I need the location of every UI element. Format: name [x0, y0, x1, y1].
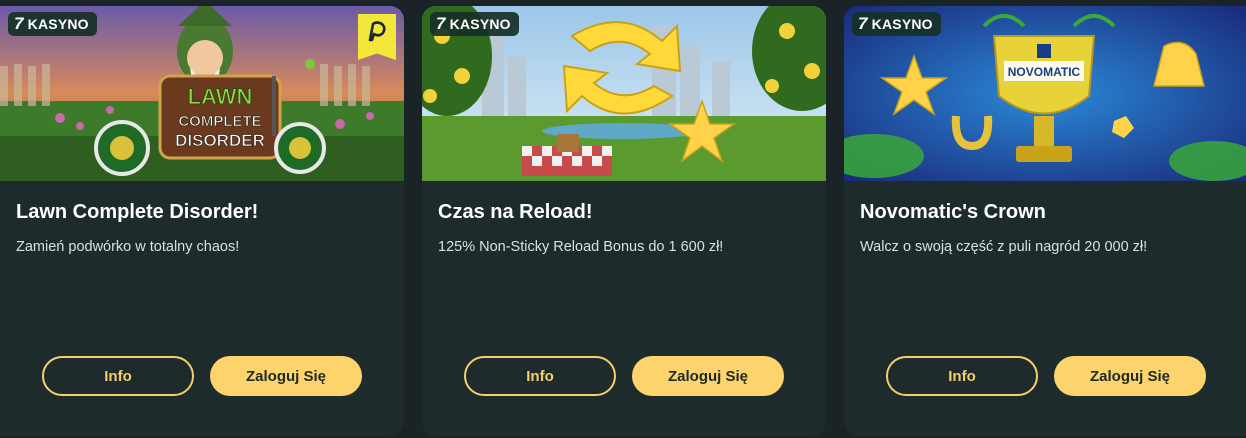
promo-card-reload[interactable]: 7 KASYNO Czas na Reload! 125% Non-Sticky…	[422, 6, 826, 436]
seven-logo-icon: 7	[436, 14, 446, 33]
svg-text:NOVOMATIC: NOVOMATIC	[1008, 65, 1081, 79]
casino-tag-label: KASYNO	[449, 16, 511, 32]
svg-text:COMPLETE: COMPLETE	[178, 113, 261, 130]
promo-title: Czas na Reload!	[438, 201, 593, 223]
promo-banner-image[interactable]: 7 KASYNO	[422, 6, 826, 181]
promo-title: Novomatic's Crown	[860, 201, 1046, 223]
promo-title: Lawn Complete Disorder!	[16, 201, 259, 223]
promo-banner-image[interactable]: LAWN COMPLETE DISORDER 7 KASYNO	[0, 6, 404, 181]
info-button[interactable]: Info	[42, 356, 194, 396]
seven-logo-icon: 7	[14, 14, 24, 33]
promo-description: Zamień podwórko w totalny chaos!	[16, 239, 240, 255]
svg-text:LAWN: LAWN	[188, 84, 253, 109]
promo-banner-image[interactable]: NOVOMATIC 7 KASYNO	[844, 6, 1246, 181]
login-button[interactable]: Zaloguj Się	[210, 356, 362, 396]
casino-tag-label: KASYNO	[871, 16, 933, 32]
promotion-cards: LAWN COMPLETE DISORDER 7 KASYNO Lawn Com…	[0, 0, 1246, 438]
svg-text:DISORDER: DISORDER	[175, 131, 265, 150]
promo-description: 125% Non-Sticky Reload Bonus do 1 600 zł…	[438, 239, 724, 255]
info-button[interactable]: Info	[464, 356, 616, 396]
login-button[interactable]: Zaloguj Się	[1054, 356, 1206, 396]
provider-badge-icon	[358, 14, 396, 60]
promo-description: Walcz o swoją część z puli nagród 20 000…	[860, 239, 1148, 255]
promo-card-novomatics-crown[interactable]: NOVOMATIC 7 KASYNO Novomatic's Crown Wal…	[844, 6, 1246, 436]
seven-logo-icon: 7	[858, 14, 868, 33]
casino-tag: 7 KASYNO	[852, 12, 941, 36]
casino-tag-label: KASYNO	[27, 16, 89, 32]
login-button[interactable]: Zaloguj Się	[632, 356, 784, 396]
casino-tag: 7 KASYNO	[430, 12, 519, 36]
casino-tag: 7 KASYNO	[8, 12, 97, 36]
promo-card-lawn-complete-disorder[interactable]: LAWN COMPLETE DISORDER 7 KASYNO Lawn Com…	[0, 6, 404, 436]
info-button[interactable]: Info	[886, 356, 1038, 396]
